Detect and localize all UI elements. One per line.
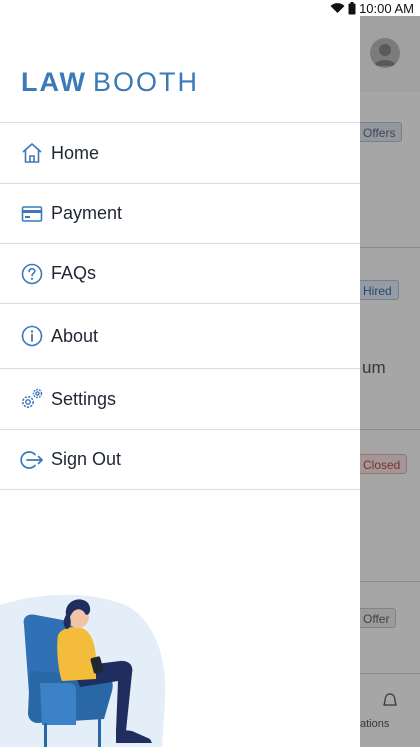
status-time: 10:00 AM [359,0,414,16]
question-circle-icon [19,261,45,287]
info-circle-icon [19,323,45,349]
logo-part-booth: BOOTH [93,67,200,97]
menu-item-settings[interactable]: Settings [0,368,360,429]
menu-item-sign-out[interactable]: Sign Out [0,429,360,490]
menu-item-label: FAQs [51,263,97,283]
menu-item-home[interactable]: Home [0,122,360,183]
menu-item-label: Home [51,142,100,163]
app-logo: LAW BOOTH [21,67,199,98]
menu-item-faqs[interactable]: FAQs [0,243,360,303]
menu-item-payment[interactable]: Payment [0,183,360,243]
wifi-icon [330,3,345,13]
logo-part-law: LAW [21,67,87,97]
menu-item-label: Payment [51,203,123,223]
navigation-drawer: LAW BOOTH Home Payment FAQs About Settin… [0,16,360,747]
woman-in-armchair-illustration [0,594,166,747]
status-bar: 10:00 AM [0,0,420,16]
menu-item-label: About [51,325,99,346]
drawer-menu: Home Payment FAQs About Settings Sign Ou… [0,122,360,490]
battery-icon [348,1,356,14]
credit-card-icon [19,201,45,227]
menu-item-label: Settings [51,388,117,409]
gears-icon [19,386,45,412]
menu-item-about[interactable]: About [0,303,360,368]
home-icon [19,140,45,166]
sign-out-icon [19,447,45,473]
menu-item-label: Sign Out [51,449,122,469]
